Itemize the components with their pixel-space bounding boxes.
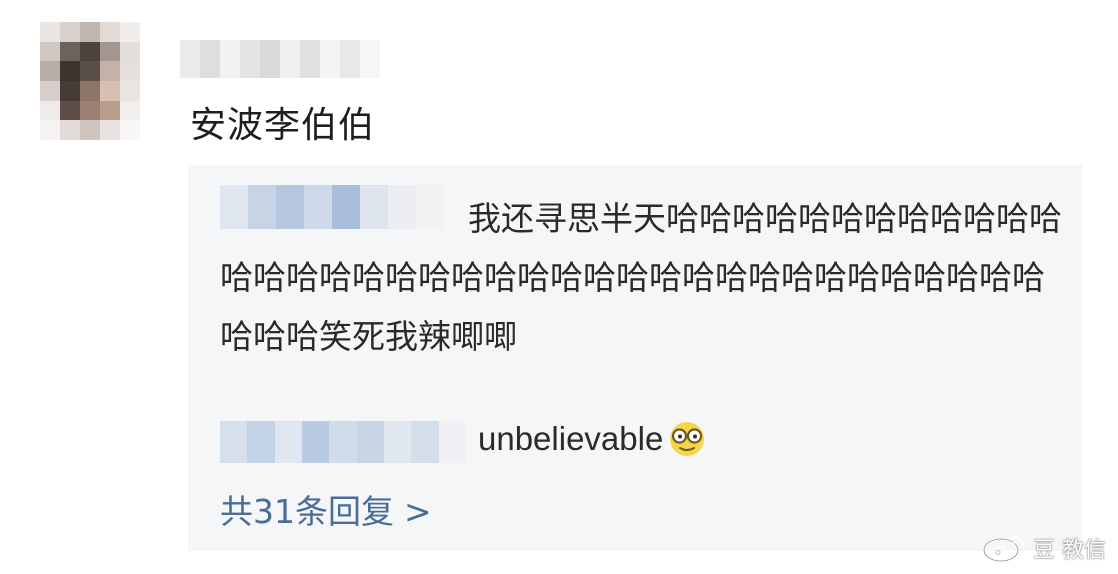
watermark-text: 豆 教信 <box>1033 538 1106 563</box>
watermark: 豆 教信 <box>981 532 1106 564</box>
more-replies-label: 共31条回复 <box>220 492 394 531</box>
chevron-right-icon: > <box>404 492 432 531</box>
avatar[interactable] <box>40 22 140 140</box>
reply2-text: unbelievable <box>478 420 664 457</box>
reply2-row: unbelievable <box>478 419 707 459</box>
glasses-emoji-icon <box>667 419 707 459</box>
weibo-logo-icon <box>982 535 1025 563</box>
post-text: 安波李伯伯 <box>190 105 376 146</box>
reply2-username[interactable] <box>220 421 466 463</box>
reply-box[interactable]: 我还寻思半天哈哈哈哈哈哈哈哈哈哈哈哈哈哈哈哈哈哈哈哈哈哈哈哈哈哈哈哈哈哈哈哈哈哈… <box>188 165 1082 551</box>
username[interactable] <box>180 40 380 78</box>
more-replies-link[interactable]: 共31条回复 > <box>220 485 432 533</box>
reply-text: 我还寻思半天哈哈哈哈哈哈哈哈哈哈哈哈哈哈哈哈哈哈哈哈哈哈哈哈哈哈哈哈哈哈哈哈哈哈… <box>220 199 1062 356</box>
